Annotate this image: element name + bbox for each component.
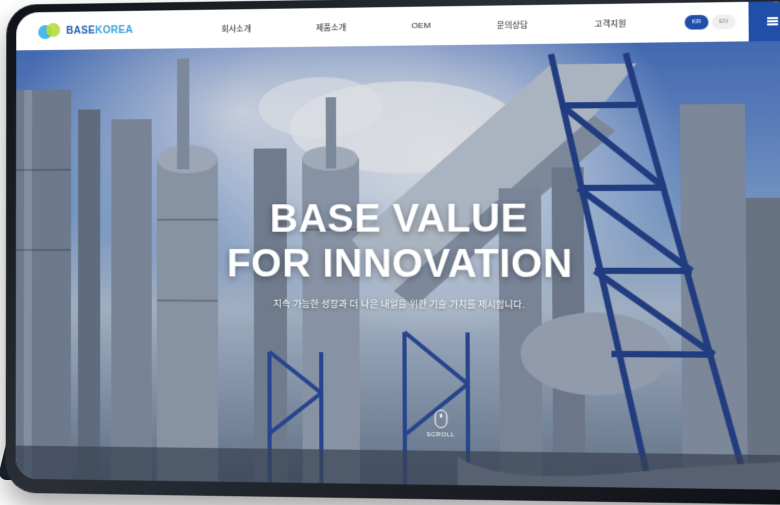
hero-title-line1: BASE VALUE: [16, 196, 780, 242]
nav-item-company[interactable]: 회사소개: [221, 23, 251, 35]
hero-title-line2: FOR INNOVATION: [16, 242, 780, 288]
language-switch: KR EN: [681, 14, 735, 29]
logo[interactable]: BASEKOREA: [38, 22, 159, 40]
tablet-frame: BASEKOREA 회사소개 제품소개 OEM 문의상담 고객지원 KR EN: [6, 0, 780, 505]
lang-kr-button[interactable]: KR: [685, 15, 709, 30]
tablet-screen: BASEKOREA 회사소개 제품소개 OEM 문의상담 고객지원 KR EN: [16, 1, 780, 490]
scroll-label: SCROLL: [426, 432, 454, 439]
nav-item-products[interactable]: 제품소개: [316, 21, 346, 33]
hero-section: BASE VALUE FOR INNOVATION 지속 가능한 성장과 더 나…: [16, 41, 780, 490]
hamburger-icon: [767, 17, 778, 25]
logo-mark-icon: [38, 23, 62, 39]
hero-title: BASE VALUE FOR INNOVATION: [16, 196, 780, 288]
menu-button[interactable]: [748, 1, 780, 41]
main-nav: 회사소개 제품소개 OEM 문의상담 고객지원: [189, 17, 660, 35]
nav-item-support[interactable]: 고객지원: [595, 18, 627, 30]
logo-text: BASEKOREA: [66, 24, 133, 36]
lang-en-button[interactable]: EN: [712, 14, 736, 29]
nav-item-inquiry[interactable]: 문의상담: [497, 19, 528, 31]
scroll-indicator[interactable]: SCROLL: [426, 409, 455, 438]
mouse-icon: [434, 409, 447, 428]
nav-item-oem[interactable]: OEM: [412, 20, 431, 31]
